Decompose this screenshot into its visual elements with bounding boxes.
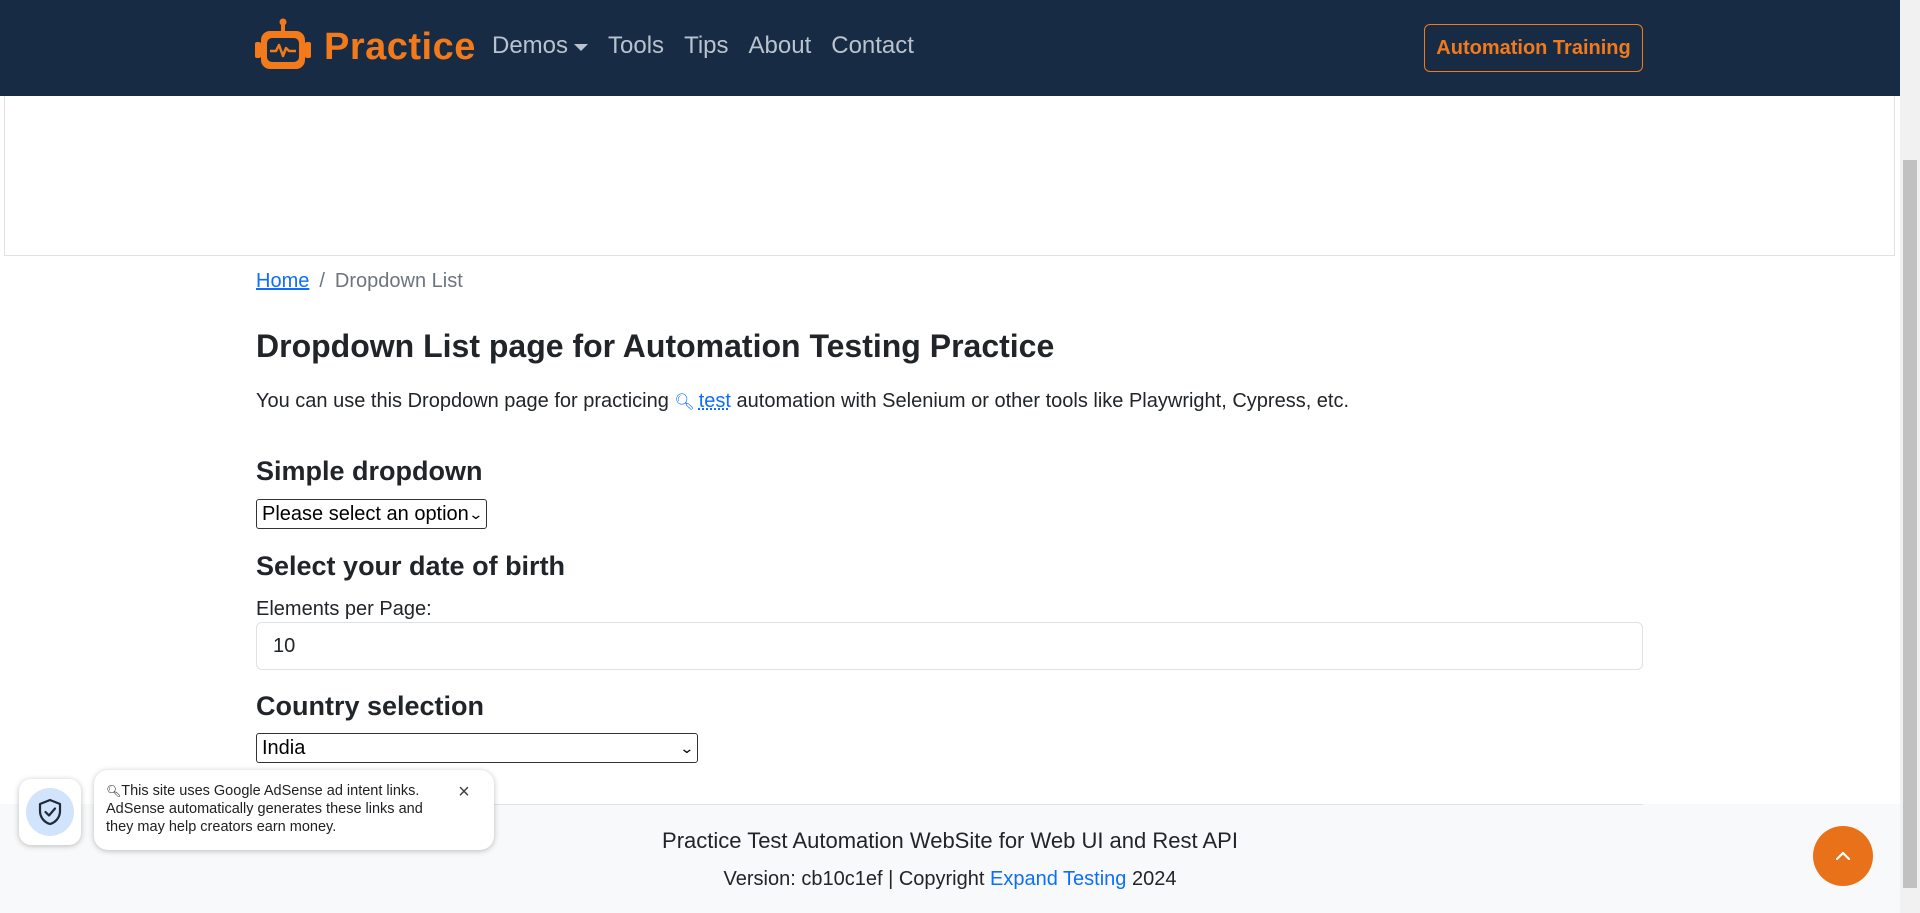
automation-training-button[interactable]: Automation Training <box>1424 24 1643 72</box>
nav-demos[interactable]: Demos <box>482 32 598 60</box>
nav-demos-label: Demos <box>492 32 569 59</box>
close-icon[interactable]: × <box>454 782 474 802</box>
page-scrollbar[interactable] <box>1900 0 1920 913</box>
elements-per-page-input[interactable]: 10 <box>256 622 1643 670</box>
simple-dropdown-value: Please select an option <box>262 502 469 525</box>
scrollbar-thumb[interactable] <box>1903 160 1917 888</box>
nav-tools[interactable]: Tools <box>598 32 674 60</box>
test-term-link[interactable]: test <box>699 390 731 412</box>
country-value: India <box>262 736 306 759</box>
intro-text: You can use this Dropdown page for pract… <box>256 390 1349 413</box>
nav-tips[interactable]: Tips <box>674 32 738 60</box>
nav-menu: Demos Tools Tips About Contact <box>482 32 924 60</box>
breadcrumb-home-link[interactable]: Home <box>256 270 309 293</box>
footer-company-link[interactable]: Expand Testing <box>990 868 1126 890</box>
dob-heading: Select your date of birth <box>256 551 566 581</box>
adsense-notice: 🔍︎This site uses Google AdSense ad inten… <box>94 770 494 850</box>
footer-version: Version: cb10c1ef | Copyright Expand Tes… <box>0 868 1900 891</box>
intro-before: You can use this Dropdown page for pract… <box>256 390 669 412</box>
magnifier-icon: 🔍︎ <box>106 784 122 798</box>
chevron-down-icon: ⌄ <box>679 739 695 756</box>
brand-link[interactable]: Practice <box>254 18 476 76</box>
robot-logo-icon <box>255 18 311 69</box>
footer-year: 2024 <box>1131 868 1177 890</box>
footer-version-text: Version: cb10c1ef | Copyright <box>723 868 985 890</box>
caret-down-icon <box>574 43 589 51</box>
brand-name: Practice <box>324 25 476 68</box>
simple-dropdown-select[interactable]: Please select an option ⌄ <box>256 499 487 529</box>
magnifier-icon: 🔍︎ <box>674 394 695 411</box>
shield-circle <box>26 788 74 836</box>
country-heading: Country selection <box>256 691 485 721</box>
ad-placeholder <box>4 96 1895 256</box>
breadcrumb-separator: / <box>319 270 325 292</box>
elements-per-page-label: Elements per Page: <box>256 598 432 620</box>
intro-after: automation with Selenium or other tools … <box>736 390 1350 412</box>
shield-check-icon <box>38 798 62 826</box>
back-to-top-button[interactable] <box>1813 826 1873 886</box>
adsense-shield-button[interactable] <box>19 779 81 845</box>
simple-dropdown-heading: Simple dropdown <box>256 456 483 486</box>
top-navbar: Practice Demos Tools Tips About Contact … <box>0 0 1900 96</box>
chevron-up-icon <box>1835 851 1851 861</box>
adsense-line2: AdSense automatically generates these li… <box>106 801 423 835</box>
adsense-line1: This site uses Google AdSense ad intent … <box>121 783 420 799</box>
breadcrumb-current: Dropdown List <box>334 270 463 292</box>
nav-contact[interactable]: Contact <box>821 32 924 60</box>
breadcrumb: Home / Dropdown List <box>256 270 1643 293</box>
chevron-down-icon: ⌄ <box>468 505 484 522</box>
country-select[interactable]: India ⌄ <box>256 733 698 763</box>
main-content: Home / Dropdown List Dropdown List page … <box>256 270 1643 763</box>
page-title: Dropdown List page for Automation Testin… <box>256 328 1055 364</box>
nav-about[interactable]: About <box>739 32 822 60</box>
